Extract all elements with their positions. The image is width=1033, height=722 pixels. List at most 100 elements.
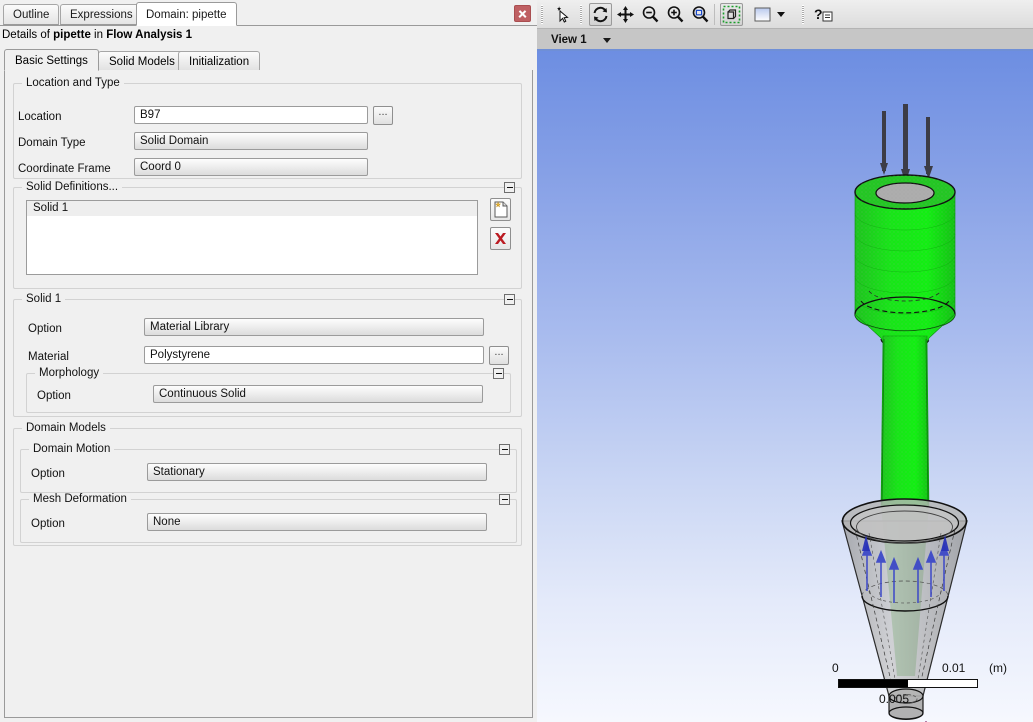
new-document-glyph [494,201,508,218]
select-morphology-option[interactable]: Continuous Solid [153,385,483,403]
viewer-area: ? View 1 0 0.01 (m) 0.005 [537,0,1033,722]
view-header-bar: View 1 [537,29,1033,51]
group-title-location-and-type: Location and Type [22,77,124,90]
inner-tab-strip: Basic Settings Solid Models Initializati… [4,49,533,71]
group-title-morphology: Morphology [35,367,104,380]
select-pick-glyph [557,6,569,23]
scale-bar-fill [839,680,908,687]
group-title-solid-definitions: Solid Definitions... [22,181,123,194]
group-mesh-deformation: Mesh Deformation Option None [20,493,517,543]
collapse-solid-definitions-button[interactable] [504,182,515,193]
zoom-out-glyph [642,6,659,23]
details-prefix: Details of [2,29,54,41]
cfx-pre-window: Outline Expressions Domain: pipette Deta… [0,0,1033,722]
rotate-glyph [593,6,608,23]
viewer-toolbar: ? [537,0,1033,29]
tab-expressions[interactable]: Expressions [60,4,143,25]
select-material[interactable]: Polystyrene [144,346,484,364]
toolbar-grip[interactable] [541,5,544,24]
background-color-icon[interactable] [753,3,793,26]
scale-mid-label: 0.005 [879,692,910,706]
label-domain-type: Domain Type [18,137,86,149]
zoom-box-icon[interactable] [689,3,712,26]
view-label: View 1 [551,34,587,46]
group-domain-models: Domain Models Domain Motion Option Stati… [13,422,522,546]
list-solid-definitions[interactable]: Solid 1 [26,200,478,275]
label-domain-motion-option: Option [31,468,65,480]
label-mesh-deformation-option: Option [31,518,65,530]
delete-x-icon[interactable] [490,227,511,250]
details-object-name: pipette [53,29,91,41]
delete-x-glyph [495,233,506,244]
tab-basic-settings[interactable]: Basic Settings [4,49,99,71]
group-solid-definitions: Solid Definitions... Solid 1 [13,181,522,289]
outer-tab-strip: Outline Expressions Domain: pipette [0,0,537,26]
3d-viewport[interactable]: 0 0.01 (m) 0.005 [537,51,1033,722]
select-domain-motion-option[interactable]: Stationary [147,463,487,481]
group-title-mesh-deformation: Mesh Deformation [29,493,131,506]
zoom-out-icon[interactable] [639,3,662,26]
label-solid-1-option: Option [28,323,62,335]
tab-initialization[interactable]: Initialization [178,51,261,71]
scale-unit-label: (m) [989,661,1007,675]
zoom-in-glyph [667,6,684,23]
svg-text:?: ? [814,6,823,22]
select-coordinate-frame[interactable]: Coord 0 [134,158,368,176]
new-document-icon[interactable] [490,198,511,221]
zoom-in-icon[interactable] [664,3,687,26]
tab-domain-pipette[interactable]: Domain: pipette [136,2,237,26]
help-icon[interactable]: ? [811,3,837,26]
details-analysis-name: Flow Analysis 1 [106,29,193,41]
settings-content: Location and Type Location B97 Domain Ty… [4,70,533,718]
group-morphology: Morphology Option Continuous Solid [26,367,511,413]
select-pick-icon[interactable] [551,3,574,26]
collapse-mesh-deformation-button[interactable] [499,494,510,505]
pipette-3d-model [841,104,968,722]
select-solid-1-option[interactable]: Material Library [144,318,484,336]
details-middle: in [90,29,107,41]
pan-glyph [617,6,634,23]
collapse-morphology-button[interactable] [493,368,504,379]
browse-material-button[interactable] [489,346,509,365]
details-panel: Outline Expressions Domain: pipette Deta… [0,0,537,722]
list-item[interactable]: Solid 1 [27,201,477,216]
group-domain-motion: Domain Motion Option Stationary [20,443,517,493]
fit-view-icon[interactable] [720,3,743,26]
pan-icon[interactable] [614,3,637,26]
group-title-solid-1: Solid 1 [22,293,66,306]
close-icon[interactable] [514,5,531,22]
collapse-domain-motion-button[interactable] [499,444,510,455]
label-coordinate-frame: Coordinate Frame [18,163,111,175]
help-glyph: ? [814,6,833,22]
background-color-glyph [754,7,785,22]
toolbar-grip-3[interactable] [802,5,805,24]
group-title-domain-models: Domain Models [22,422,110,435]
label-morphology-option: Option [37,390,71,402]
select-domain-type[interactable]: Solid Domain [134,132,368,150]
label-location: Location [18,111,62,123]
chevron-down-icon[interactable] [603,38,611,43]
zoom-box-glyph [692,6,709,23]
input-location[interactable]: B97 [134,106,368,124]
select-mesh-deformation-option[interactable]: None [147,513,487,531]
details-header: Details of pipette in Flow Analysis 1 [2,27,532,44]
label-material: Material [28,351,69,363]
tab-strip-baseline [0,25,537,26]
tab-solid-models[interactable]: Solid Models [98,51,186,71]
scale-legend: 0 0.01 (m) 0.005 [832,661,1012,717]
toolbar-grip-2[interactable] [580,5,583,24]
toolbar-separator [714,4,715,25]
pipette-upper-body [854,174,956,332]
probe-pins [880,104,933,183]
fit-view-glyph [722,5,741,24]
rotate-icon[interactable] [589,3,612,26]
tab-outline[interactable]: Outline [3,4,60,25]
scale-max-label: 0.01 [942,661,966,675]
scale-bar [838,679,978,688]
browse-location-button[interactable] [373,106,393,125]
scale-min-label: 0 [832,661,839,675]
group-title-domain-motion: Domain Motion [29,443,115,456]
collapse-solid-1-button[interactable] [504,294,515,305]
pipette-shaft [880,335,930,507]
group-location-and-type: Location and Type Location B97 Domain Ty… [13,77,522,179]
